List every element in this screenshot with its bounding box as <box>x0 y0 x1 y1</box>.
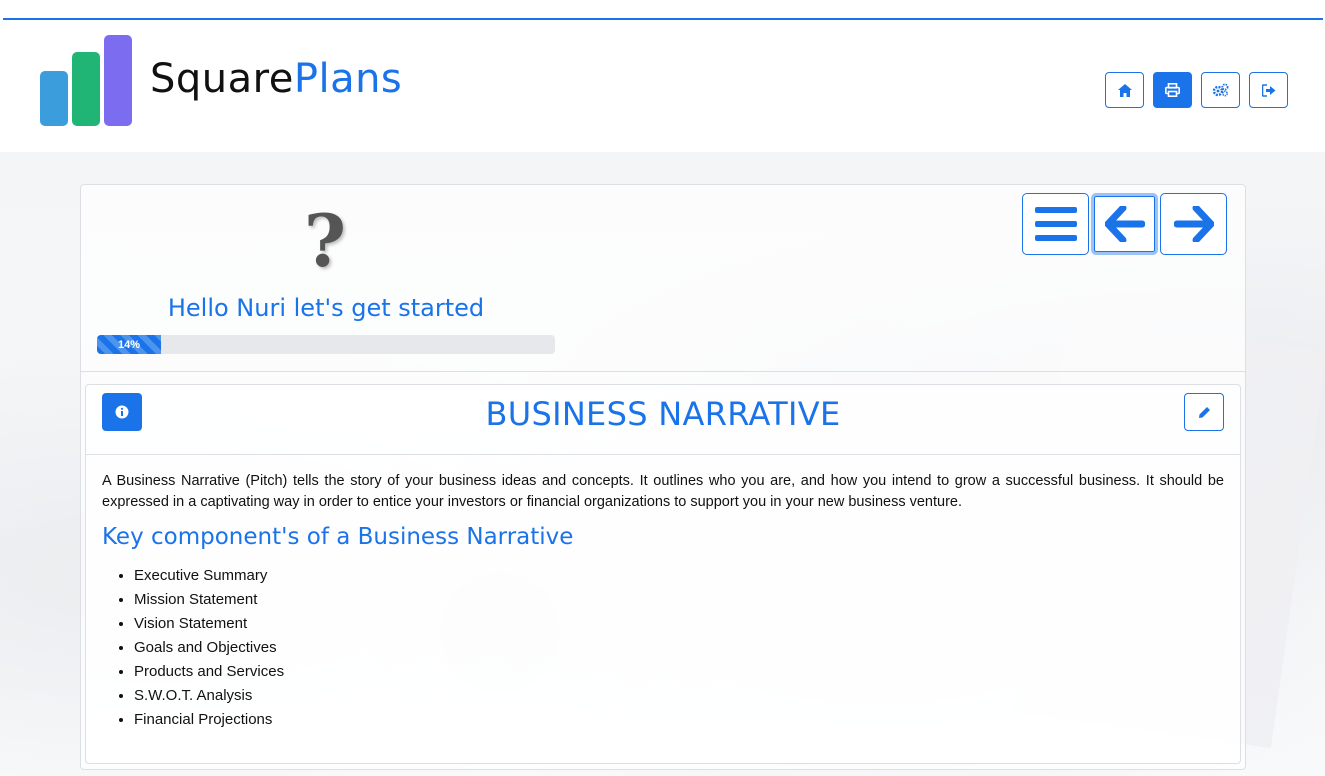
arrow-right-icon <box>1173 206 1214 242</box>
panel-divider <box>81 371 1245 372</box>
logo[interactable]: SquarePlans <box>40 34 402 126</box>
list-item: S.W.O.T. Analysis <box>134 684 284 708</box>
section-description: A Business Narrative (Pitch) tells the s… <box>102 473 1224 510</box>
bars-icon <box>1034 207 1077 241</box>
settings-button[interactable] <box>1201 72 1240 108</box>
logout-button[interactable] <box>1249 72 1288 108</box>
list-item: Vision Statement <box>134 612 284 636</box>
pencil-icon <box>1198 406 1210 418</box>
sign-out-icon <box>1261 83 1275 97</box>
section-subheading: Key component's of a Business Narrative <box>102 524 574 550</box>
print-button[interactable] <box>1153 72 1192 108</box>
list-item: Products and Services <box>134 660 284 684</box>
next-button[interactable] <box>1160 193 1227 255</box>
logo-bar-blue <box>40 71 68 126</box>
brand-name: SquarePlans <box>150 56 402 102</box>
menu-button[interactable] <box>1022 193 1089 255</box>
print-icon <box>1165 83 1180 97</box>
progress-fill: 14% <box>97 335 162 354</box>
gears-icon <box>1212 83 1229 97</box>
progress-bar: 14% <box>97 335 555 354</box>
logo-bar-green <box>72 52 100 126</box>
list-item: Goals and Objectives <box>134 636 284 660</box>
list-item: Mission Statement <box>134 588 284 612</box>
info-icon <box>115 405 129 419</box>
home-icon <box>1117 83 1132 97</box>
list-item: Financial Projections <box>134 708 284 732</box>
header-toolbar <box>1105 72 1288 108</box>
logo-bar-purple <box>104 35 132 126</box>
section-title: BUSINESS NARRATIVE <box>485 395 841 433</box>
brand-word-2: Plans <box>293 56 403 102</box>
previous-button[interactable] <box>1091 193 1158 255</box>
brand-word-1: Square <box>150 56 294 102</box>
greeting-text: Hello Nuri let's get started <box>167 294 485 322</box>
card-header-divider <box>86 454 1240 455</box>
arrow-left-icon <box>1104 206 1145 242</box>
edit-button[interactable] <box>1184 393 1224 431</box>
question-mark-icon: ? <box>303 197 347 283</box>
top-accent-line <box>3 18 1323 20</box>
list-item: Executive Summary <box>134 564 284 588</box>
step-navigation <box>1022 193 1227 255</box>
info-button[interactable] <box>102 393 142 431</box>
components-list: Executive SummaryMission StatementVision… <box>102 564 284 732</box>
home-button[interactable] <box>1105 72 1144 108</box>
